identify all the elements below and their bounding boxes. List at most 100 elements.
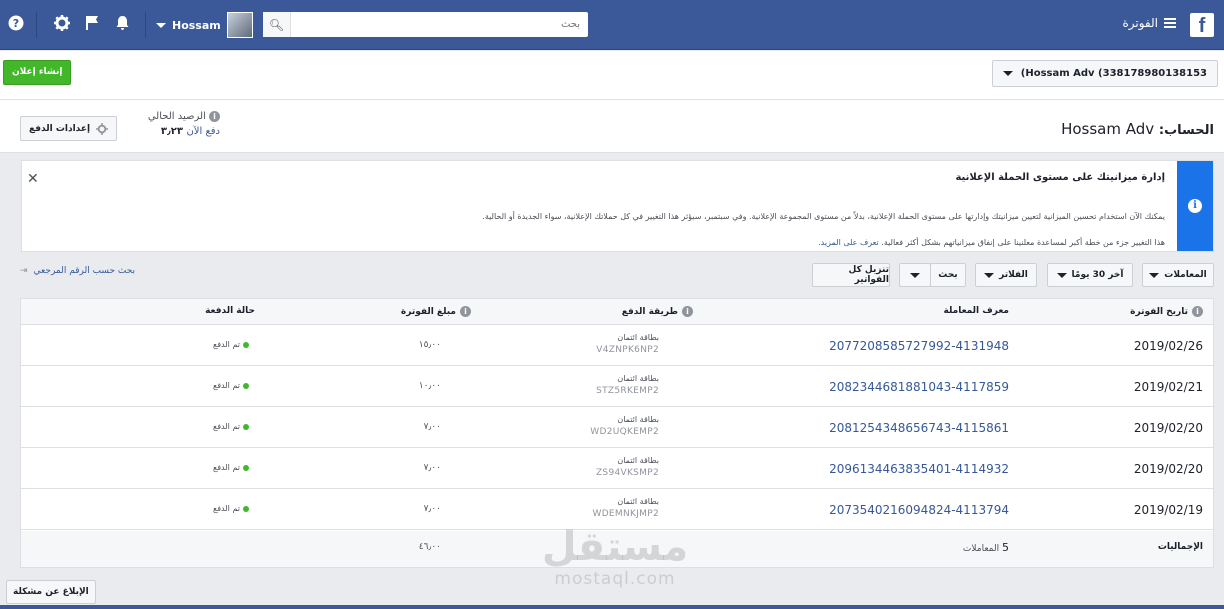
transactions-label: المعاملات — [1164, 270, 1207, 280]
billing-amount: ١٠٫٠٠ — [418, 381, 441, 391]
transaction-id-link[interactable]: 2082344681881043-4117859 — [829, 380, 1009, 394]
status-dot-icon — [243, 423, 249, 430]
info-icon[interactable]: i — [209, 111, 220, 122]
bell-icon[interactable] — [112, 15, 132, 35]
payment-status: تم الدفع — [213, 463, 249, 472]
search-options-dropdown[interactable] — [899, 263, 931, 287]
pay-now-link[interactable]: دفع الآن — [186, 126, 220, 137]
chevron-down-icon — [1149, 272, 1160, 278]
billing-menu[interactable]: الفوترة — [1122, 16, 1176, 30]
banner-stripe: i — [1177, 161, 1213, 251]
transaction-id-link[interactable]: 2073540216094824-4113794 — [829, 503, 1009, 517]
filters-dropdown[interactable]: الفلاتر — [975, 263, 1037, 287]
payment-settings-button[interactable]: إعدادات الدفع — [20, 116, 118, 141]
filters-label: الفلاتر — [999, 270, 1028, 280]
avatar — [226, 12, 253, 38]
search-by-reference-label: بحث حسب الرقم المرجعي — [33, 266, 136, 276]
transaction-id-link[interactable]: 2096134463835401-4114932 — [829, 462, 1009, 476]
billing-date: 2019/02/19 — [1133, 503, 1203, 517]
info-icon[interactable]: i — [460, 306, 471, 317]
billing-amount: ١٥٫٠٠ — [418, 340, 441, 350]
billing-amount: ٧٫٠٠ — [423, 422, 441, 432]
column-header-date: i تاريخ الفوترة — [1130, 306, 1203, 317]
search-by-reference-link[interactable]: ⇥ بحث حسب الرقم المرجعي — [20, 266, 135, 276]
account-selector[interactable]: (Hossam Adv (338178980138153 — [992, 60, 1218, 87]
payment-status: تم الدفع — [213, 340, 249, 349]
status-dot-icon — [243, 505, 249, 512]
transaction-id-link[interactable]: 2081254348656743-4115861 — [829, 421, 1009, 435]
date-range-label: آخر 30 يومًا — [1071, 270, 1124, 280]
payment-method: بطاقة ائتمان WD2UQKEMP2 — [590, 415, 659, 437]
watermark-latin: mostaql.com — [554, 569, 676, 589]
facebook-logo-icon[interactable]: f — [1190, 13, 1214, 37]
top-navigation-bar: f الفوترة 🔍︎ Hossam ? — [0, 0, 1224, 50]
external-link-icon: ⇥ — [20, 266, 28, 276]
toolbar-separator — [145, 12, 146, 38]
chevron-down-icon — [1056, 272, 1067, 278]
payment-status: تم الدفع — [213, 381, 249, 390]
info-icon[interactable]: i — [1192, 306, 1203, 317]
divider — [0, 99, 1224, 100]
billing-date: 2019/02/20 — [1133, 462, 1203, 476]
hamburger-menu-icon — [1164, 18, 1176, 28]
payment-status: تم الدفع — [213, 422, 249, 431]
table-row: 2019/02/26 2077208585727992-4131948 بطاق… — [21, 325, 1213, 366]
chevron-down-icon — [156, 22, 166, 28]
table-row: 2019/02/20 2081254348656743-4115861 بطاق… — [21, 407, 1213, 448]
column-header-payment-method: i طريقة الدفع — [622, 306, 693, 317]
payment-method: بطاقة ائتمان STZ5RKEMP2 — [596, 374, 659, 396]
banner-note: هذا التغيير جزء من خطة أكبر لمساعدة معلن… — [881, 238, 1165, 247]
download-all-invoices-button[interactable]: تنزيل كل الفواتير — [812, 263, 890, 287]
user-menu[interactable]: Hossam — [156, 12, 253, 38]
date-range-dropdown[interactable]: آخر 30 يومًا — [1047, 263, 1133, 287]
balance-label: الرصيد الحالي — [147, 111, 206, 122]
watermark: مستقل mostaql.com — [535, 525, 695, 589]
gear-icon[interactable] — [52, 15, 72, 35]
billing-date: 2019/02/21 — [1133, 380, 1203, 394]
transactions-dropdown[interactable]: المعاملات — [1142, 263, 1214, 287]
global-search: 🔍︎ — [263, 12, 588, 37]
info-icon: i — [1188, 199, 1202, 213]
payment-method: بطاقة ائتمان ZS94VKSMP2 — [595, 456, 659, 478]
account-label: الحساب: — [1158, 123, 1214, 138]
info-icon[interactable]: i — [682, 306, 693, 317]
download-all-label: تنزيل كل الفواتير — [848, 265, 889, 285]
payment-method: بطاقة ائتمان V4ZNPK6NP2 — [596, 333, 659, 355]
search-input[interactable] — [291, 13, 588, 36]
payment-settings-label: إعدادات الدفع — [29, 123, 91, 134]
billing-date: 2019/02/20 — [1133, 421, 1203, 435]
billing-date: 2019/02/26 — [1133, 339, 1203, 353]
gear-icon — [96, 122, 109, 135]
learn-more-link[interactable]: تعرف على المزيد. — [818, 238, 879, 247]
table-header: i تاريخ الفوترة معرف المعاملة i طريقة ال… — [21, 299, 1213, 325]
svg-text:?: ? — [13, 17, 19, 30]
chevron-down-icon — [1003, 71, 1013, 76]
create-ad-button[interactable]: إنشاء إعلان — [3, 60, 72, 85]
search-button[interactable]: بحث — [930, 263, 966, 287]
transaction-id-link[interactable]: 2077208585727992-4131948 — [829, 339, 1009, 353]
banner-title: إدارة ميزانيتك على مستوى الحملة الإعلاني… — [955, 172, 1165, 183]
chevron-down-icon — [984, 272, 995, 278]
payment-method: بطاقة ائتمان WDEMNKJMP2 — [592, 497, 660, 519]
report-problem-button[interactable]: الإبلاغ عن مشكلة — [6, 580, 96, 604]
account-name: Hossam Adv — [1061, 120, 1155, 138]
help-icon[interactable]: ? — [6, 15, 26, 35]
close-icon[interactable]: ✕ — [27, 171, 39, 187]
bottom-bar — [0, 605, 1224, 609]
billing-amount: ٧٫٠٠ — [423, 504, 441, 514]
account-title: الحساب: Hossam Adv — [1061, 120, 1214, 138]
chevron-down-icon — [910, 272, 920, 278]
user-name: Hossam — [172, 18, 221, 32]
column-header-transaction-id: معرف المعاملة — [943, 306, 1009, 316]
flag-icon[interactable] — [82, 15, 102, 35]
search-icon[interactable]: 🔍︎ — [263, 12, 291, 37]
status-dot-icon — [243, 464, 249, 471]
totals-amount: ٤٦٫٠٠ — [418, 542, 441, 552]
totals-label: الإجماليات — [1157, 542, 1203, 552]
banner-text-secondary: هذا التغيير جزء من خطة أكبر لمساعدة معلن… — [65, 238, 1165, 247]
table-row: 2019/02/20 2096134463835401-4114932 بطاق… — [21, 448, 1213, 489]
table-row: 2019/02/21 2082344681881043-4117859 بطاق… — [21, 366, 1213, 407]
billing-amount: ٧٫٠٠ — [423, 463, 441, 473]
banner-text: يمكنك الآن استخدام تحسين الميزانية لتعيي… — [482, 212, 1165, 221]
info-banner: i إدارة ميزانيتك على مستوى الحملة الإعلا… — [21, 160, 1214, 252]
